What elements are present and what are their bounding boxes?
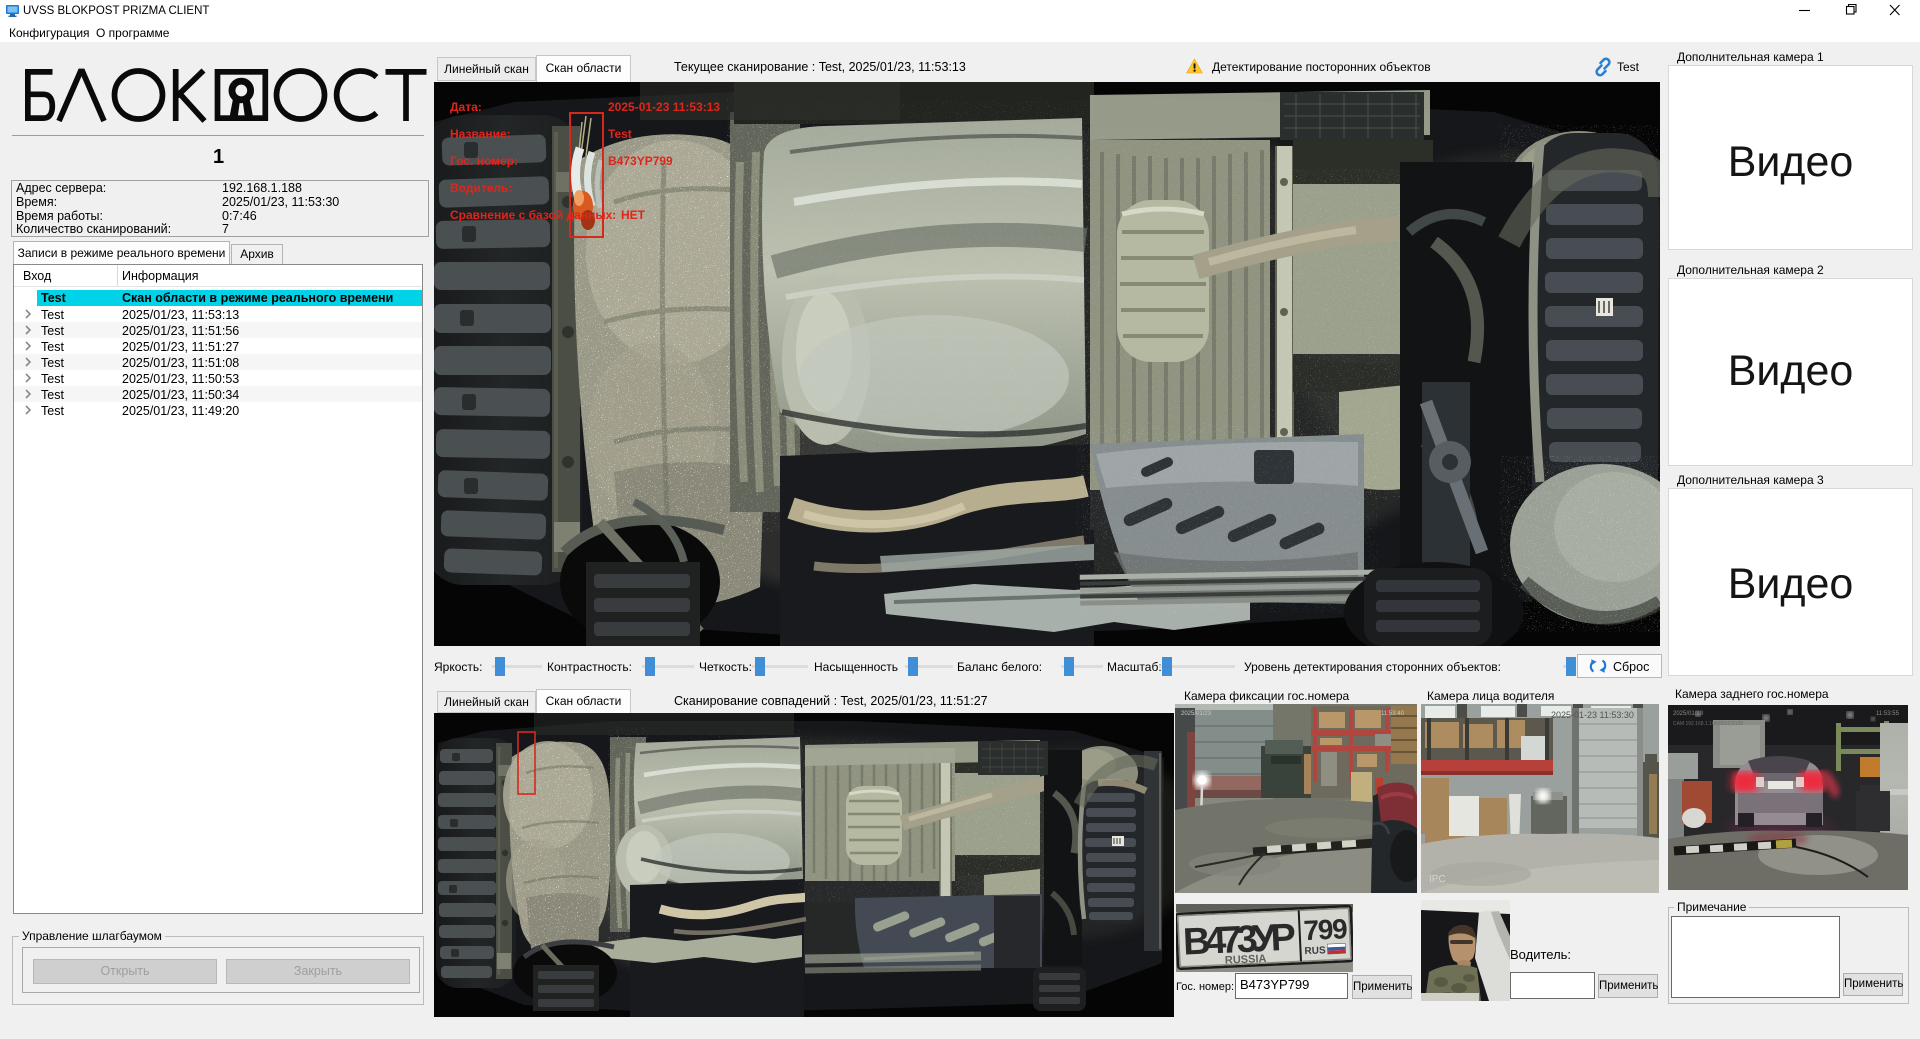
svg-text:НЕТ: НЕТ (621, 208, 646, 222)
svg-text:RUS: RUS (1304, 945, 1326, 957)
svg-text:799: 799 (1303, 913, 1348, 946)
svg-text:Дата:: Дата: (450, 100, 482, 114)
svg-text:11:53:55: 11:53:55 (1876, 711, 1900, 717)
svg-text:Гос. номер:: Гос. номер: (450, 154, 518, 168)
svg-text:2025-01-23 11:53:30: 2025-01-23 11:53:30 (1551, 710, 1634, 720)
svg-text:CAM 192.168.1.108(0912)3128: CAM 192.168.1.108(0912)3128 (1673, 721, 1743, 727)
svg-text:2025/01/23: 2025/01/23 (1673, 711, 1704, 717)
svg-text:B473YP799: B473YP799 (608, 154, 673, 168)
svg-text:2025-01-23 11:53:13: 2025-01-23 11:53:13 (608, 100, 720, 114)
svg-text:IPC: IPC (1429, 874, 1446, 885)
svg-text:Водитель:: Водитель: (450, 181, 512, 195)
svg-text:RUSSIA: RUSSIA (1225, 953, 1267, 967)
svg-text:11:53:40: 11:53:40 (1381, 711, 1405, 717)
svg-text:Название:: Название: (450, 127, 511, 141)
svg-text:2025/01/23: 2025/01/23 (1181, 711, 1212, 717)
svg-text:Сравнение с базой данных:: Сравнение с базой данных: (450, 208, 616, 222)
svg-text:Test: Test (608, 127, 632, 141)
